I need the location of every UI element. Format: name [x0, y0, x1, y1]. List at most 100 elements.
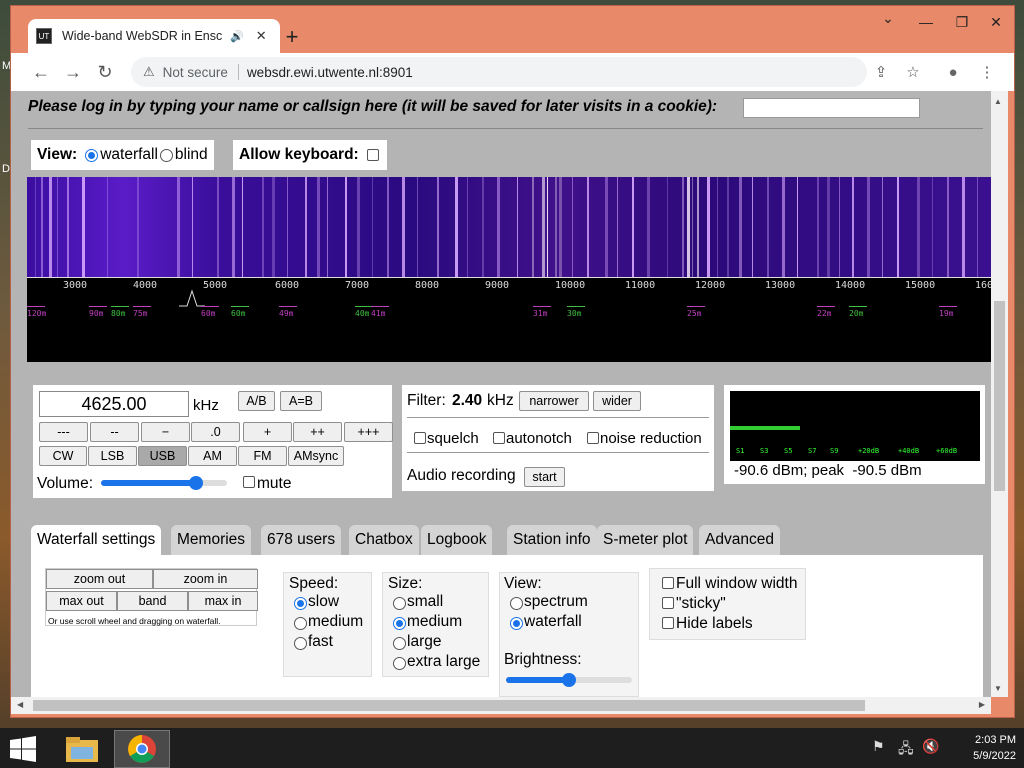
wf-view-label-waterfall[interactable]: waterfall [524, 613, 582, 631]
audio-playing-icon[interactable]: 🔊 [230, 30, 244, 43]
tab-advanced[interactable]: Advanced [699, 525, 780, 555]
hide-labels-label[interactable]: Hide labels [676, 615, 753, 633]
mode-fm-button[interactable]: FM [238, 446, 287, 466]
tab-close-icon[interactable]: ✕ [256, 28, 267, 44]
size-label-medium[interactable]: medium [407, 613, 462, 631]
wf-view-label-spectrum[interactable]: spectrum [524, 593, 588, 611]
record-start-button[interactable]: start [524, 467, 565, 487]
menu-kebab-icon[interactable]: ⋮ [973, 57, 1001, 87]
new-tab-button[interactable]: + [279, 24, 305, 50]
vertical-scrollbar[interactable]: ▲ ▼ [991, 91, 1008, 697]
sticky-checkbox[interactable] [662, 597, 674, 609]
wf-view-radio-spectrum[interactable] [510, 597, 523, 610]
narrower-button[interactable]: narrower [519, 391, 589, 411]
size-radio-small[interactable] [393, 597, 406, 610]
band-label-5[interactable]: 60m [231, 309, 245, 318]
full-width-label[interactable]: Full window width [676, 575, 797, 593]
restore-icon[interactable]: ❐ [952, 14, 972, 31]
warning-triangle-icon[interactable]: ⚠ [143, 64, 155, 80]
tab-station-info[interactable]: Station info [507, 525, 597, 555]
url-text[interactable]: websdr.ewi.utwente.nl:8901 [247, 65, 413, 80]
band-label-13[interactable]: 20m [849, 309, 863, 318]
mode-am-button[interactable]: AM [188, 446, 237, 466]
speed-radio-fast[interactable] [294, 637, 307, 650]
autonotch-checkbox[interactable] [493, 432, 505, 444]
tune-step-button[interactable]: .0 [191, 422, 240, 442]
band-label-7[interactable]: 40m [355, 309, 369, 318]
speed-label-medium[interactable]: medium [308, 613, 363, 631]
profile-avatar-icon[interactable]: ● [939, 57, 967, 87]
network-icon[interactable]: 🖧 [898, 738, 914, 762]
size-label-small[interactable]: small [407, 593, 443, 611]
zoom-in-button[interactable]: zoom in [153, 569, 258, 589]
volume-muted-icon[interactable]: 🔇 [922, 738, 939, 755]
size-label-large[interactable]: large [407, 633, 441, 651]
mode-cw-button[interactable]: CW [39, 446, 87, 466]
band-label-8[interactable]: 41m [371, 309, 385, 318]
scroll-up-icon[interactable]: ▲ [994, 97, 1002, 106]
scroll-left-icon[interactable]: ◀ [17, 700, 23, 709]
autonotch-label[interactable]: autonotch [506, 430, 572, 447]
size-radio-extra-large[interactable] [393, 657, 406, 670]
tab-waterfall-settings[interactable]: Waterfall settings [31, 525, 162, 555]
band-label-3[interactable]: 75m [133, 309, 147, 318]
share-icon[interactable]: ⇪ [867, 57, 895, 87]
wider-button[interactable]: wider [593, 391, 641, 411]
band-label-1[interactable]: 90m [89, 309, 103, 318]
tab-s-meter-plot[interactable]: S-meter plot [597, 525, 694, 555]
close-window-icon[interactable]: ✕ [986, 14, 1006, 31]
band-label-9[interactable]: 31m [533, 309, 547, 318]
band-label-10[interactable]: 30m [567, 309, 581, 318]
chrome-taskbar-icon[interactable] [114, 730, 170, 768]
minimize-icon[interactable]: — [916, 14, 936, 30]
band-label-4[interactable]: 60m [201, 309, 215, 318]
callsign-input[interactable] [743, 98, 920, 118]
frequency-input[interactable]: 4625.00 [39, 391, 189, 417]
sticky-label[interactable]: "sticky" [676, 595, 726, 613]
band-label-0[interactable]: 120m [27, 309, 46, 318]
noise-reduction-checkbox[interactable] [587, 432, 599, 444]
squelch-label[interactable]: squelch [427, 430, 479, 447]
file-explorer-icon[interactable] [54, 730, 110, 768]
vertical-scroll-thumb[interactable] [994, 301, 1005, 491]
frequency-scale[interactable]: 3000 4000 5000 6000 7000 8000 9000 10000 11000 12… [27, 277, 991, 362]
system-clock[interactable]: 2:03 PM 5/9/2022 [973, 732, 1016, 764]
speed-radio-slow[interactable] [294, 597, 307, 610]
volume-slider[interactable] [101, 476, 227, 490]
brightness-slider-knob[interactable] [562, 673, 576, 687]
wf-view-radio-waterfall[interactable] [510, 617, 523, 630]
a-b-button[interactable]: A/B [238, 391, 275, 411]
bookmark-star-icon[interactable]: ☆ [899, 57, 927, 87]
size-radio-large[interactable] [393, 637, 406, 650]
tab-search-icon[interactable]: ⌄ [878, 10, 898, 27]
browser-tab[interactable]: UT Wide-band WebSDR in Ensc 🔊 ✕ [28, 19, 280, 53]
tune-step-button[interactable]: --- [39, 422, 88, 442]
tab-chatbox[interactable]: Chatbox [349, 525, 419, 555]
mode-amsync-button[interactable]: AMsync [288, 446, 344, 466]
tune-step-button[interactable]: ++ [293, 422, 342, 442]
full-width-checkbox[interactable] [662, 577, 674, 589]
tune-step-button[interactable]: +++ [344, 422, 393, 442]
waterfall-radio[interactable] [85, 148, 99, 162]
desktop-icon-label[interactable]: D [2, 163, 10, 175]
band-label-2[interactable]: 80m [111, 309, 125, 318]
max-out-button[interactable]: max out [46, 591, 117, 611]
noise-reduction-label[interactable]: noise reduction [600, 430, 702, 447]
horizontal-scroll-thumb[interactable] [33, 700, 865, 711]
speed-radio-medium[interactable] [294, 617, 307, 630]
speed-label-slow[interactable]: slow [308, 593, 339, 611]
scroll-right-icon[interactable]: ▶ [979, 700, 985, 709]
mode-lsb-button[interactable]: LSB [88, 446, 137, 466]
band-label-11[interactable]: 25m [687, 309, 701, 318]
speed-label-fast[interactable]: fast [308, 633, 333, 651]
allow-keyboard-checkbox[interactable] [366, 149, 379, 161]
a-equals-b-button[interactable]: A=B [280, 391, 322, 411]
reload-icon[interactable]: ↻ [89, 56, 121, 88]
waterfall-display[interactable] [27, 177, 991, 277]
tuning-marker[interactable] [177, 289, 207, 307]
tab-678-users[interactable]: 678 users [261, 525, 342, 555]
windows-start-icon[interactable] [10, 736, 36, 762]
zoom-out-button[interactable]: zoom out [46, 569, 153, 589]
back-arrow-icon[interactable]: ← [25, 56, 57, 88]
not-secure-label[interactable]: Not secure [163, 65, 228, 80]
